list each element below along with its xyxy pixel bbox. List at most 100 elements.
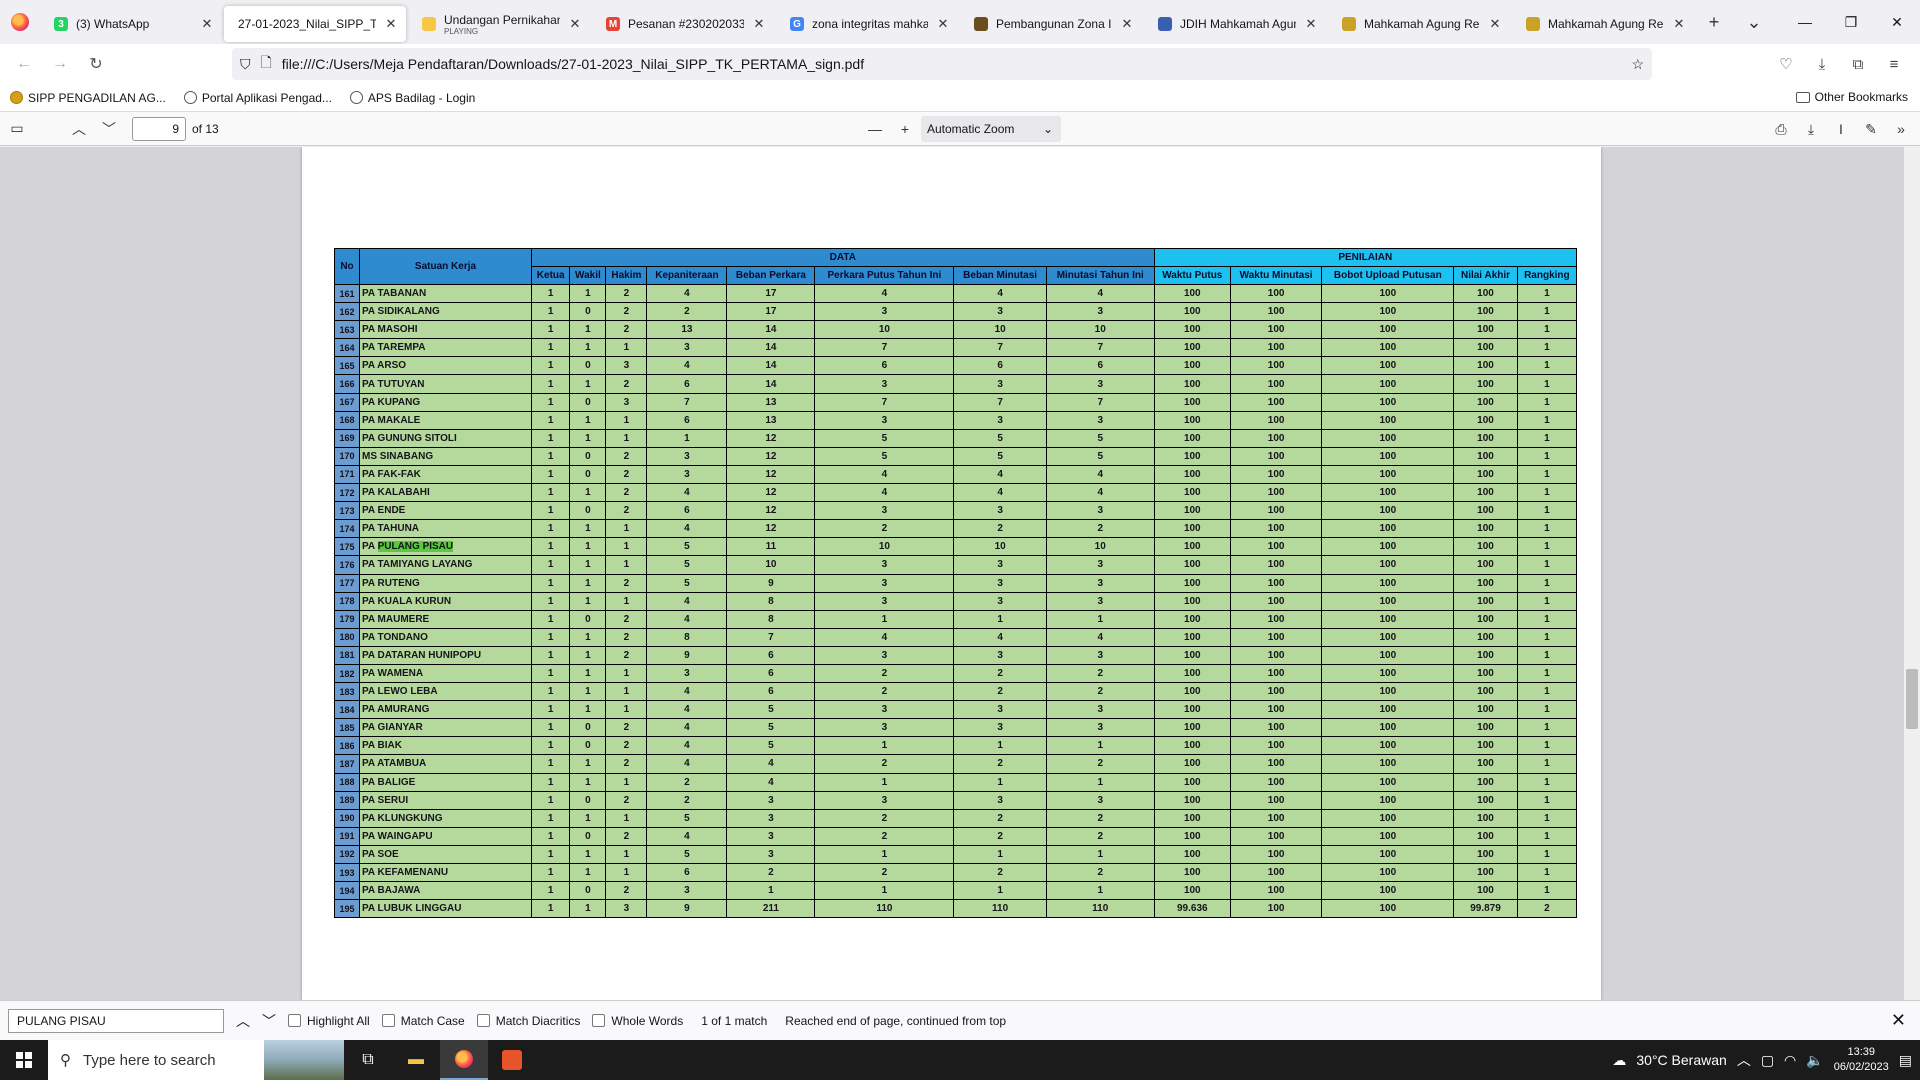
table-cell: 110 bbox=[814, 899, 955, 919]
bookmark-portal[interactable]: Portal Aplikasi Pengad... bbox=[183, 91, 332, 105]
draw-tool-icon[interactable]: ✎ bbox=[1856, 115, 1886, 143]
reload-button[interactable]: ↻ bbox=[78, 48, 114, 80]
whole-words-checkbox[interactable]: Whole Words bbox=[592, 1014, 683, 1028]
satuan-kerja-cell: PA TONDANO bbox=[359, 627, 532, 647]
table-cell: 2 bbox=[814, 862, 955, 883]
new-tab-button[interactable]: + bbox=[1694, 12, 1734, 33]
zoom-in-button[interactable]: + bbox=[890, 115, 920, 143]
find-next-button[interactable]: ﹀ bbox=[262, 1011, 276, 1031]
clock[interactable]: 13:39 06/02/2023 bbox=[1834, 1045, 1889, 1075]
browser-tab[interactable]: 27-01-2023_Nilai_SIPP_TK_P ✕ bbox=[224, 6, 406, 42]
row-number: 167 bbox=[334, 392, 360, 412]
table-cell: 100 bbox=[1153, 302, 1231, 322]
close-tab-icon[interactable]: ✕ bbox=[1672, 16, 1686, 32]
close-tab-icon[interactable]: ✕ bbox=[936, 16, 950, 32]
chevron-up-icon[interactable]: ︿ bbox=[1737, 1050, 1751, 1070]
file-explorer-icon[interactable]: ▬ bbox=[392, 1040, 440, 1080]
browser-tab[interactable]: Undangan Pernikahan PLAYING ✕ bbox=[408, 6, 590, 42]
close-tab-icon[interactable]: ✕ bbox=[752, 16, 766, 32]
table-cell: 1 bbox=[953, 736, 1047, 756]
close-tab-icon[interactable]: ✕ bbox=[384, 16, 398, 32]
weather-text[interactable]: 30°C Berawan bbox=[1636, 1052, 1726, 1068]
shield-icon[interactable]: ⛉ bbox=[240, 56, 251, 73]
table-cell: 1 bbox=[1516, 483, 1578, 503]
zoom-select[interactable]: Automatic Zoom ⌄ bbox=[921, 116, 1061, 142]
bookmark-star-icon[interactable]: ☆ bbox=[1631, 56, 1644, 73]
minimize-button[interactable]: — bbox=[1782, 0, 1828, 44]
bookmark-aps[interactable]: APS Badilag - Login bbox=[349, 91, 475, 105]
table-cell: 1 bbox=[814, 736, 955, 756]
find-input[interactable]: PULANG PISAU bbox=[8, 1008, 224, 1033]
table-cell: 2 bbox=[605, 374, 648, 394]
table-cell: 4 bbox=[646, 736, 728, 756]
vertical-scrollbar[interactable] bbox=[1904, 147, 1920, 1000]
bookmark-sipp[interactable]: SIPP PENGADILAN AG... bbox=[10, 91, 166, 105]
table-cell: 3 bbox=[953, 645, 1047, 665]
table-cell: 1 bbox=[569, 519, 607, 539]
sidebar-toggle-icon[interactable]: ▭ bbox=[2, 115, 32, 143]
browser-tab[interactable]: M Pesanan #230202033HI ✕ bbox=[592, 6, 774, 42]
browser-tab[interactable]: JDIH Mahkamah Agung ✕ bbox=[1144, 6, 1326, 42]
browser-tab[interactable]: Mahkamah Agung Repu ✕ bbox=[1512, 6, 1694, 42]
text-tool-icon[interactable]: I bbox=[1826, 115, 1856, 143]
table-cell: 1 bbox=[530, 555, 571, 575]
volume-icon[interactable]: 🔈 bbox=[1806, 1052, 1823, 1069]
close-tab-icon[interactable]: ✕ bbox=[568, 16, 582, 32]
notifications-icon[interactable]: ▤ bbox=[1899, 1052, 1912, 1069]
browser-tab[interactable]: Pembangunan Zona Inte ✕ bbox=[960, 6, 1142, 42]
save-icon[interactable]: ⤓ bbox=[1796, 115, 1826, 143]
close-find-bar-button[interactable]: ✕ bbox=[1891, 1010, 1906, 1031]
back-button[interactable]: ← bbox=[6, 48, 42, 80]
list-all-tabs-button[interactable]: ⌄ bbox=[1734, 12, 1774, 33]
restore-button[interactable]: ❐ bbox=[1828, 0, 1874, 44]
folder-icon bbox=[1795, 91, 1810, 103]
extensions-icon[interactable]: ⧉ bbox=[1840, 48, 1876, 80]
start-button[interactable] bbox=[0, 1040, 48, 1080]
satuan-kerja-cell: PA SIDIKALANG bbox=[359, 302, 532, 322]
satuan-kerja-cell: PA KUPANG bbox=[359, 392, 532, 412]
url-bar[interactable]: ⛉ 🗋 file:///C:/Users/Meja Pendaftaran/Do… bbox=[232, 48, 1652, 80]
match-case-checkbox[interactable]: Match Case bbox=[381, 1014, 465, 1028]
taskbar-search[interactable]: ⚲ Type here to search bbox=[48, 1040, 344, 1080]
close-window-button[interactable]: ✕ bbox=[1874, 0, 1920, 44]
network-icon[interactable]: ◠ bbox=[1784, 1052, 1796, 1069]
close-tab-icon[interactable]: ✕ bbox=[200, 16, 214, 32]
downloads-icon[interactable]: ⤓ bbox=[1804, 48, 1840, 80]
table-cell: 6 bbox=[726, 682, 816, 702]
pocket-icon[interactable]: ♡ bbox=[1768, 48, 1804, 80]
previous-page-button[interactable]: ︿ bbox=[64, 115, 94, 143]
match-diacritics-checkbox[interactable]: Match Diacritics bbox=[476, 1014, 580, 1028]
scrollbar-thumb[interactable] bbox=[1906, 669, 1918, 729]
app-taskbar-icon[interactable] bbox=[488, 1040, 536, 1080]
tools-menu-icon[interactable]: » bbox=[1886, 115, 1916, 143]
zoom-out-button[interactable]: — bbox=[860, 115, 890, 143]
table-cell: 6 bbox=[726, 645, 816, 665]
table-cell: 1 bbox=[1516, 881, 1578, 901]
close-tab-icon[interactable]: ✕ bbox=[1304, 16, 1318, 32]
page-number-input[interactable]: 9 bbox=[132, 116, 186, 141]
weather-icon[interactable]: ☁ bbox=[1612, 1052, 1626, 1069]
browser-tab[interactable]: Gzona integritas mahkam ✕ bbox=[776, 6, 958, 42]
find-previous-button[interactable]: ︿ bbox=[236, 1011, 250, 1031]
firefox-menu-button[interactable] bbox=[0, 0, 40, 44]
firefox-taskbar-icon[interactable] bbox=[440, 1040, 488, 1080]
table-cell: 1 bbox=[726, 881, 816, 901]
close-tab-icon[interactable]: ✕ bbox=[1120, 16, 1134, 32]
next-page-button[interactable]: ﹀ bbox=[94, 115, 124, 143]
browser-tab[interactable]: Mahkamah Agung Repu ✕ bbox=[1328, 6, 1510, 42]
table-cell: 1 bbox=[530, 862, 571, 883]
highlight-all-checkbox[interactable]: Highlight All bbox=[288, 1014, 370, 1028]
forward-button[interactable]: → bbox=[42, 48, 78, 80]
print-icon[interactable]: ⎙ bbox=[1766, 115, 1796, 143]
close-tab-icon[interactable]: ✕ bbox=[1488, 16, 1502, 32]
meet-now-icon[interactable]: ▢ bbox=[1761, 1052, 1774, 1069]
table-cell: 1 bbox=[569, 338, 607, 358]
table-cell: 100 bbox=[1229, 428, 1323, 448]
task-view-icon[interactable]: ⧉ bbox=[344, 1040, 392, 1080]
browser-tab[interactable]: 3 (3) WhatsApp ✕ bbox=[40, 6, 222, 42]
other-bookmarks[interactable]: Other Bookmarks bbox=[1795, 90, 1908, 104]
url-text[interactable]: file:///C:/Users/Meja Pendaftaran/Downlo… bbox=[282, 56, 1622, 72]
menu-icon[interactable]: ≡ bbox=[1876, 48, 1912, 80]
table-cell: 100 bbox=[1229, 573, 1323, 593]
pdf-viewer[interactable]: No Satuan Kerja DATA PENILAIAN Ketua Waki… bbox=[0, 147, 1920, 1000]
